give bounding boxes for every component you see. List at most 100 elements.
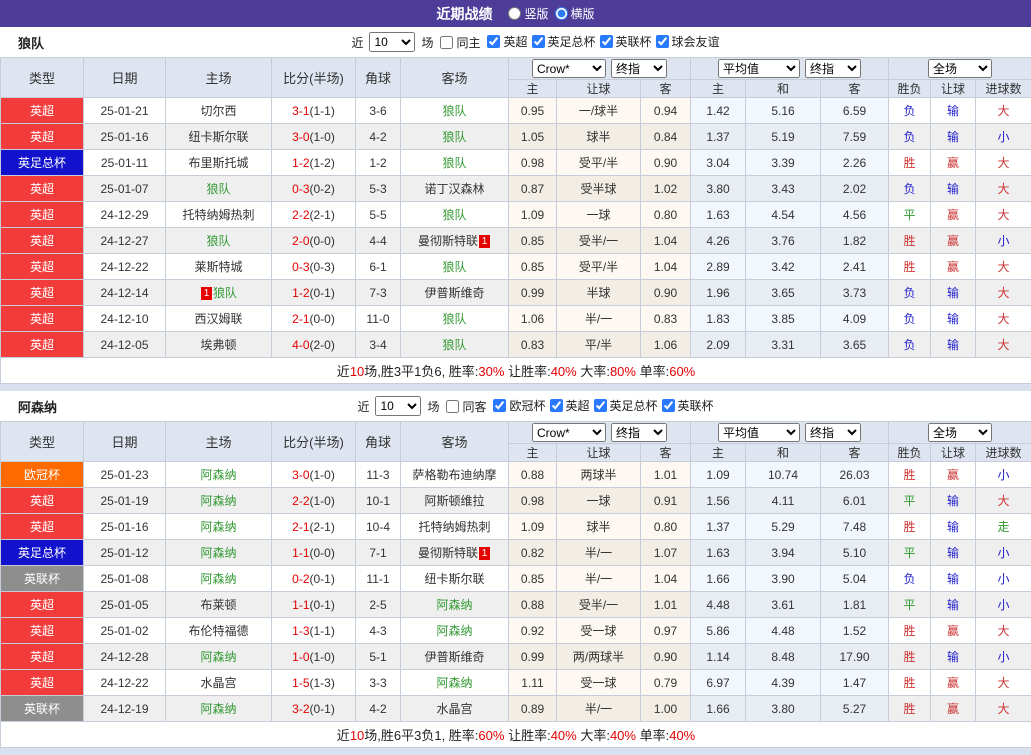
summary-part: 大率: (577, 364, 610, 379)
bookmaker-select[interactable]: Crow* (532, 59, 606, 78)
avg-draw-odds: 3.43 (746, 176, 821, 202)
league-type-cell: 英联杯 (1, 696, 84, 722)
result-winloss: 负 (889, 306, 931, 332)
bookmaker-select[interactable]: Crow* (532, 423, 606, 442)
avg-home-odds: 1.09 (691, 462, 746, 488)
halftime-score: (0-0) (310, 234, 335, 248)
fullmatch-select[interactable]: 全场 (928, 59, 992, 78)
home-team-name: 布伦特福德 (188, 624, 248, 638)
halftime-score: (0-0) (310, 546, 335, 560)
avg-home-odds: 1.83 (691, 306, 746, 332)
result-goals: 小 (976, 592, 1031, 618)
final-index-select-2[interactable]: 终指 (805, 423, 861, 442)
fulltime-score: 0-3 (292, 182, 309, 196)
handicap-group-header: Crow* 终指 (509, 58, 691, 80)
handicap-away-odds: 0.94 (641, 98, 691, 124)
result-goals: 大 (976, 254, 1031, 280)
average-select[interactable]: 平均值 (718, 423, 800, 442)
avg-away-odds: 6.59 (821, 98, 889, 124)
corner-cell: 4-4 (356, 228, 401, 254)
team-section: 狼队 近 10 场 同主 英超英足总杯英联杯球会友谊 类型 (0, 27, 1031, 384)
league-filter-option: 欧冠杯 (489, 397, 545, 414)
league-checkbox[interactable] (493, 399, 506, 412)
halftime-score: (0-1) (310, 286, 335, 300)
summary-part: 80% (610, 364, 636, 379)
avg-home-odds: 2.89 (691, 254, 746, 280)
summary-part: 场,胜6平3负1, 胜率: (364, 728, 478, 743)
result-goals: 大 (976, 150, 1031, 176)
result-goals: 小 (976, 644, 1031, 670)
sub-avg-home-header: 主 (691, 444, 746, 462)
result-handicap: 输 (931, 332, 976, 358)
halftime-score: (1-2) (310, 156, 335, 170)
league-checkbox[interactable] (662, 399, 675, 412)
result-winloss: 胜 (889, 696, 931, 722)
away-team-cell: 水晶宫 (401, 696, 509, 722)
fullmatch-select[interactable]: 全场 (928, 423, 992, 442)
league-type-cell: 英超 (1, 306, 84, 332)
fulltime-score: 2-0 (292, 234, 309, 248)
summary-part: 10 (350, 728, 364, 743)
vertical-radio[interactable] (508, 7, 521, 20)
final-index-select[interactable]: 终指 (611, 59, 667, 78)
avg-draw-odds: 3.31 (746, 332, 821, 358)
avg-draw-odds: 3.65 (746, 280, 821, 306)
handicap-line: 平/半 (557, 332, 641, 358)
league-type-cell: 英超 (1, 98, 84, 124)
date-cell: 25-01-07 (84, 176, 166, 202)
same-venue-checkbox[interactable] (446, 400, 459, 413)
result-goals: 小 (976, 540, 1031, 566)
league-type-cell: 英超 (1, 332, 84, 358)
result-winloss: 负 (889, 124, 931, 150)
away-team-name: 阿森纳 (436, 676, 472, 690)
home-team-cell: 纽卡斯尔联 (166, 124, 272, 150)
same-venue-checkbox[interactable] (440, 36, 453, 49)
header-group-row: 类型 日期 主场 比分(半场) 角球 客场 Crow*终指 平均值终指 全场 (1, 58, 1031, 80)
home-team-name: 阿森纳 (200, 572, 236, 586)
league-checkbox[interactable] (600, 35, 613, 48)
home-team-cell: 阿森纳 (166, 566, 272, 592)
league-checkbox[interactable] (532, 35, 545, 48)
final-index-select-2[interactable]: 终指 (805, 59, 861, 78)
league-type-cell: 英超 (1, 514, 84, 540)
league-checkbox[interactable] (550, 399, 563, 412)
away-team-cell: 伊普斯维奇 (401, 644, 509, 670)
league-checkbox[interactable] (594, 399, 607, 412)
fulltime-score: 3-0 (292, 468, 309, 482)
summary-part: 10 (350, 364, 364, 379)
horizontal-radio[interactable] (555, 7, 568, 20)
score-cell: 1-1(0-1) (272, 592, 356, 618)
halftime-score: (0-3) (310, 260, 335, 274)
result-handicap: 输 (931, 540, 976, 566)
result-handicap: 输 (931, 644, 976, 670)
summary-part: 场,胜3平1负6, 胜率: (364, 364, 478, 379)
result-winloss: 负 (889, 280, 931, 306)
result-winloss: 平 (889, 488, 931, 514)
fulltime-score: 1-2 (292, 286, 309, 300)
avg-home-odds: 3.04 (691, 150, 746, 176)
recent-count-select[interactable]: 10 (369, 32, 415, 52)
handicap-line: 两球半 (557, 462, 641, 488)
avg-home-odds: 1.66 (691, 696, 746, 722)
home-team-name: 托特纳姆热刺 (182, 208, 254, 222)
topbar: 近期战绩 竖版 横版 (0, 0, 1031, 27)
handicap-line: 一球 (557, 202, 641, 228)
average-select[interactable]: 平均值 (718, 59, 800, 78)
score-cell: 4-0(2-0) (272, 332, 356, 358)
league-checkbox[interactable] (487, 35, 500, 48)
handicap-away-odds: 1.01 (641, 462, 691, 488)
date-cell: 24-12-10 (84, 306, 166, 332)
recent-count-select[interactable]: 10 (375, 396, 421, 416)
summary-part: 单率: (636, 728, 669, 743)
corner-cell: 11-3 (356, 462, 401, 488)
match-row: 英超25-01-16纽卡斯尔联3-0(1-0)4-2狼队1.05球半0.841.… (1, 124, 1031, 150)
league-checkbox[interactable] (656, 35, 669, 48)
home-team-name: 阿森纳 (200, 702, 236, 716)
match-row: 英超24-12-27狼队2-0(0-0)4-4曼彻斯特联10.85受半/一1.0… (1, 228, 1031, 254)
avg-draw-odds: 3.94 (746, 540, 821, 566)
summary-part: 60% (669, 364, 695, 379)
final-index-select[interactable]: 终指 (611, 423, 667, 442)
result-handicap: 赢 (931, 462, 976, 488)
recent-label: 近 (351, 34, 363, 51)
handicap-home-odds: 0.89 (509, 696, 557, 722)
